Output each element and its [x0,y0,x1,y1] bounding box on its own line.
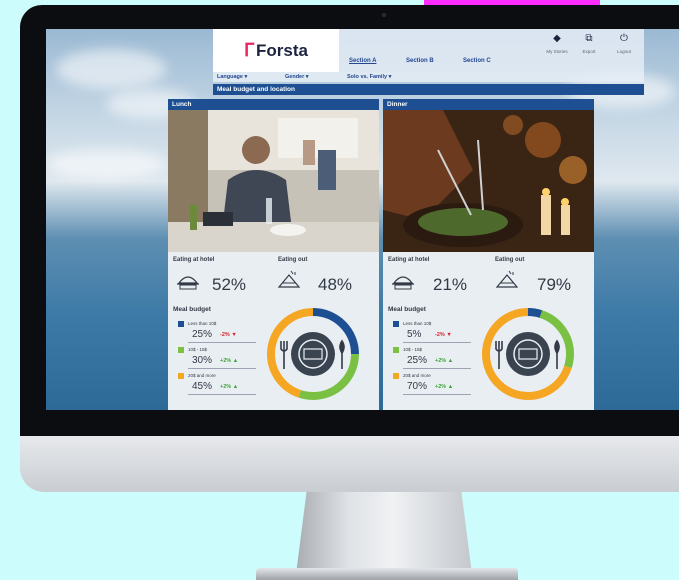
gender-filter[interactable]: Gender ▾ [285,74,309,80]
plate-icon [506,332,550,376]
meal-budget-title: Meal budget [388,306,426,313]
top-nav: Section A Section B Section C ◆ My Stori… [339,29,644,72]
hotel-label: Eating at hotel [173,257,215,263]
lunch-photo [168,110,379,252]
meal-budget-title: Meal budget [173,306,211,313]
brand-logo[interactable]: ᒥ Forsta [213,29,339,72]
solo-family-filter[interactable]: Solo vs. Family ▾ [347,74,391,80]
monitor-stand [296,492,472,574]
tab-section-b[interactable]: Section B [406,58,434,64]
fork-icon [280,341,288,369]
spoon-icon [554,339,560,369]
budget-donut [482,308,574,400]
hotel-label: Eating at hotel [388,257,430,263]
plate-icon [291,332,335,376]
page-title: Meal budget and location [213,84,644,95]
power-icon: ⏻ [620,33,628,44]
out-percent: 48% [318,275,353,294]
budget-donut [267,308,359,400]
out-label: Eating out [495,257,525,263]
hotel-percent: 21% [433,275,468,294]
panel-header: Lunch [168,99,379,110]
monitor-foot [256,568,518,580]
hotel-percent: 52% [212,275,247,294]
room-service-icon [177,276,199,290]
lunch-panel: Lunch Eating at hotel 52% Eating out 48%… [168,99,379,410]
fork-icon [495,341,503,369]
language-filter[interactable]: Language ▾ [217,74,247,80]
camera-icon [382,13,386,17]
tab-section-c[interactable]: Section C [463,58,491,64]
screen: ᒥ Forsta Section A Section B Section C ◆… [46,29,679,410]
filter-bar: Language ▾ Gender ▾ Solo vs. Family ▾ [213,72,644,82]
dinner-panel: Dinner Eating at hotel 21% Eating out 79… [383,99,594,410]
brand-name: Forsta [256,40,308,60]
room-service-icon [392,276,414,290]
brand-mark-icon: ᒥ [244,40,255,60]
out-percent: 79% [537,275,572,294]
tab-section-a[interactable]: Section A [349,58,376,64]
out-label: Eating out [278,257,308,263]
dinner-photo [383,110,594,252]
monitor-chin [20,436,679,492]
logout-button[interactable]: ⏻ Logout [611,33,637,54]
sandwich-icon [495,270,519,288]
export-icon: ⧉ [585,33,593,44]
tag-icon: ◆ [553,33,561,44]
spoon-icon [339,339,345,369]
my-stories-button[interactable]: ◆ My Stories [544,33,570,54]
export-button[interactable]: ⧉ Export [576,33,602,54]
panel-header: Dinner [383,99,594,110]
sandwich-icon [277,270,301,288]
